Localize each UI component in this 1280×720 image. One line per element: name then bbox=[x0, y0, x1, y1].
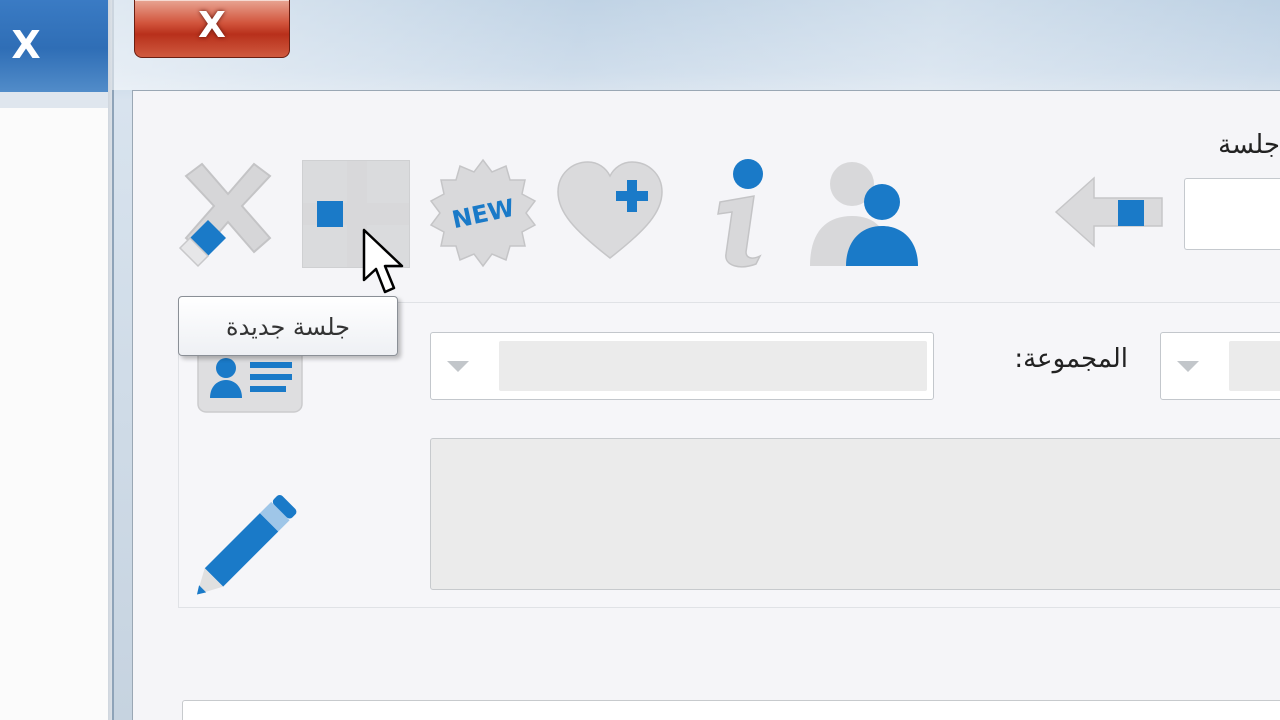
bottom-panel bbox=[182, 700, 1280, 720]
background-window-menu-strip bbox=[0, 92, 118, 108]
new-badge-icon: NEW bbox=[429, 158, 537, 268]
session-dropdown-value bbox=[1229, 341, 1280, 391]
new-session-button[interactable] bbox=[302, 160, 410, 268]
session-dropdown[interactable] bbox=[1160, 332, 1280, 400]
session-label: جلسة bbox=[1218, 130, 1280, 160]
group-label: المجموعة: bbox=[1014, 344, 1128, 374]
chevron-down-icon bbox=[447, 361, 469, 372]
arrow-left-icon bbox=[1054, 176, 1163, 248]
background-window bbox=[0, 0, 118, 720]
delete-button[interactable] bbox=[172, 158, 284, 270]
tooltip: جلسة جديدة bbox=[178, 296, 398, 356]
notes-textarea[interactable] bbox=[430, 438, 1280, 590]
users-icon bbox=[810, 162, 918, 266]
edit-notes-button[interactable] bbox=[192, 484, 308, 596]
background-close-icon[interactable]: X bbox=[4, 20, 48, 70]
info-button[interactable] bbox=[706, 156, 778, 268]
tooltip-text: جلسة جديدة bbox=[226, 313, 350, 341]
back-button[interactable] bbox=[1054, 176, 1166, 248]
new-badge-button[interactable]: NEW bbox=[428, 158, 538, 268]
group-dropdown-value bbox=[499, 341, 927, 391]
info-icon bbox=[717, 159, 763, 268]
x-eraser-icon bbox=[178, 162, 272, 268]
close-icon: X bbox=[198, 5, 226, 46]
add-favorite-button[interactable] bbox=[554, 160, 666, 264]
pencil-icon bbox=[196, 494, 297, 595]
heart-plus-icon bbox=[557, 161, 663, 259]
users-button[interactable] bbox=[806, 158, 922, 270]
close-button[interactable]: X bbox=[134, 0, 290, 58]
group-dropdown[interactable] bbox=[430, 332, 934, 400]
session-field[interactable] bbox=[1184, 178, 1280, 250]
plus-icon bbox=[303, 161, 409, 267]
chevron-down-icon bbox=[1177, 361, 1199, 372]
